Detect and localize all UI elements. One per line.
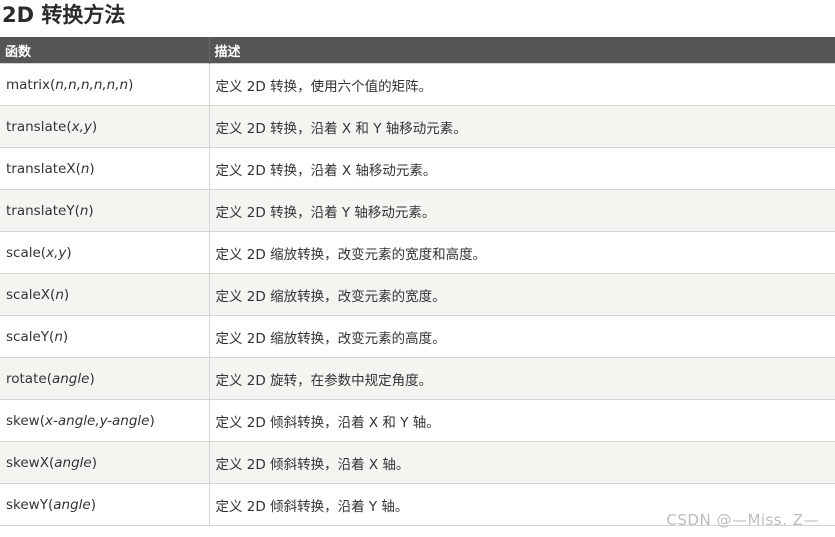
function-signature: translate(x,y): [0, 105, 209, 148]
function-args: x,y: [71, 118, 92, 135]
function-args: n: [79, 202, 89, 219]
function-description: 定义 2D 转换，沿着 Y 轴移动元素。: [208, 189, 835, 232]
function-name: scaleX: [6, 286, 51, 303]
function-name: rotate: [6, 370, 47, 387]
function-args: n,n,n,n,n,n: [55, 76, 129, 93]
function-description: 定义 2D 缩放转换，改变元素的宽度。: [208, 273, 835, 316]
function-signature: scaleX(n): [0, 273, 209, 316]
function-signature: skewX(angle): [0, 441, 209, 484]
function-signature: skew(x-angle,y-angle): [0, 399, 209, 442]
table-row: skew(x-angle,y-angle) 定义 2D 倾斜转换，沿着 X 和 Y…: [0, 399, 835, 442]
function-args: n: [55, 286, 64, 303]
function-args: n: [80, 160, 90, 177]
function-signature: translateY(n): [0, 189, 209, 232]
function-name: skew: [6, 412, 40, 429]
function-signature: skewY(angle): [0, 483, 209, 526]
function-args: angle: [54, 454, 92, 471]
function-description: 定义 2D 旋转，在参数中规定角度。: [208, 357, 835, 400]
function-args: x,y: [46, 244, 67, 261]
function-name: translateX: [6, 160, 76, 177]
function-signature: scaleY(n): [0, 315, 209, 358]
table-row: translate(x,y) 定义 2D 转换，沿着 X 和 Y 轴移动元素。: [0, 105, 835, 148]
table-row: skewX(angle) 定义 2D 倾斜转换，沿着 X 轴。: [0, 441, 835, 484]
function-signature: scale(x,y): [0, 231, 209, 274]
table-row: scaleX(n) 定义 2D 缩放转换，改变元素的宽度。: [0, 273, 835, 316]
table-row: translateY(n) 定义 2D 转换，沿着 Y 轴移动元素。: [0, 189, 835, 232]
table-row: rotate(angle) 定义 2D 旋转，在参数中规定角度。: [0, 357, 835, 400]
function-args: angle: [53, 496, 91, 513]
column-header-description: 描述: [208, 37, 835, 64]
function-name: matrix: [6, 76, 51, 93]
function-name: skewX: [6, 454, 49, 471]
table-row: scale(x,y) 定义 2D 缩放转换，改变元素的宽度和高度。: [0, 231, 835, 274]
function-description: 定义 2D 缩放转换，改变元素的宽度和高度。: [208, 231, 835, 274]
table-row: translateX(n) 定义 2D 转换，沿着 X 轴移动元素。: [0, 147, 835, 190]
function-name: translate: [6, 118, 67, 135]
function-signature: rotate(angle): [0, 357, 209, 400]
function-name: skewY: [6, 496, 48, 513]
function-args: x-angle,y-angle: [45, 412, 150, 429]
table-header-row: 函数 描述: [0, 37, 835, 64]
watermark: CSDN @—Miss. Z—: [666, 511, 819, 529]
function-signature: matrix(n,n,n,n,n,n): [0, 63, 209, 106]
column-header-function: 函数: [0, 37, 209, 64]
function-description: 定义 2D 转换，使用六个值的矩阵。: [208, 63, 835, 106]
function-description: 定义 2D 缩放转换，改变元素的高度。: [208, 315, 835, 358]
function-args: n: [54, 328, 63, 345]
function-description: 定义 2D 转换，沿着 X 轴移动元素。: [208, 147, 835, 190]
function-description: 定义 2D 转换，沿着 X 和 Y 轴移动元素。: [208, 105, 835, 148]
function-description: 定义 2D 倾斜转换，沿着 X 轴。: [208, 441, 835, 484]
transform-methods-table: 函数 描述 matrix(n,n,n,n,n,n) 定义 2D 转换，使用六个值的…: [0, 37, 835, 526]
function-signature: translateX(n): [0, 147, 209, 190]
function-description: 定义 2D 倾斜转换，沿着 X 和 Y 轴。: [208, 399, 835, 442]
function-name: translateY: [6, 202, 75, 219]
table-row: matrix(n,n,n,n,n,n) 定义 2D 转换，使用六个值的矩阵。: [0, 63, 835, 106]
function-name: scaleY: [6, 328, 50, 345]
function-args: angle: [51, 370, 90, 387]
page-title: 2D 转换方法: [2, 3, 126, 27]
function-name: scale: [6, 244, 41, 261]
table-row: scaleY(n) 定义 2D 缩放转换，改变元素的高度。: [0, 315, 835, 358]
